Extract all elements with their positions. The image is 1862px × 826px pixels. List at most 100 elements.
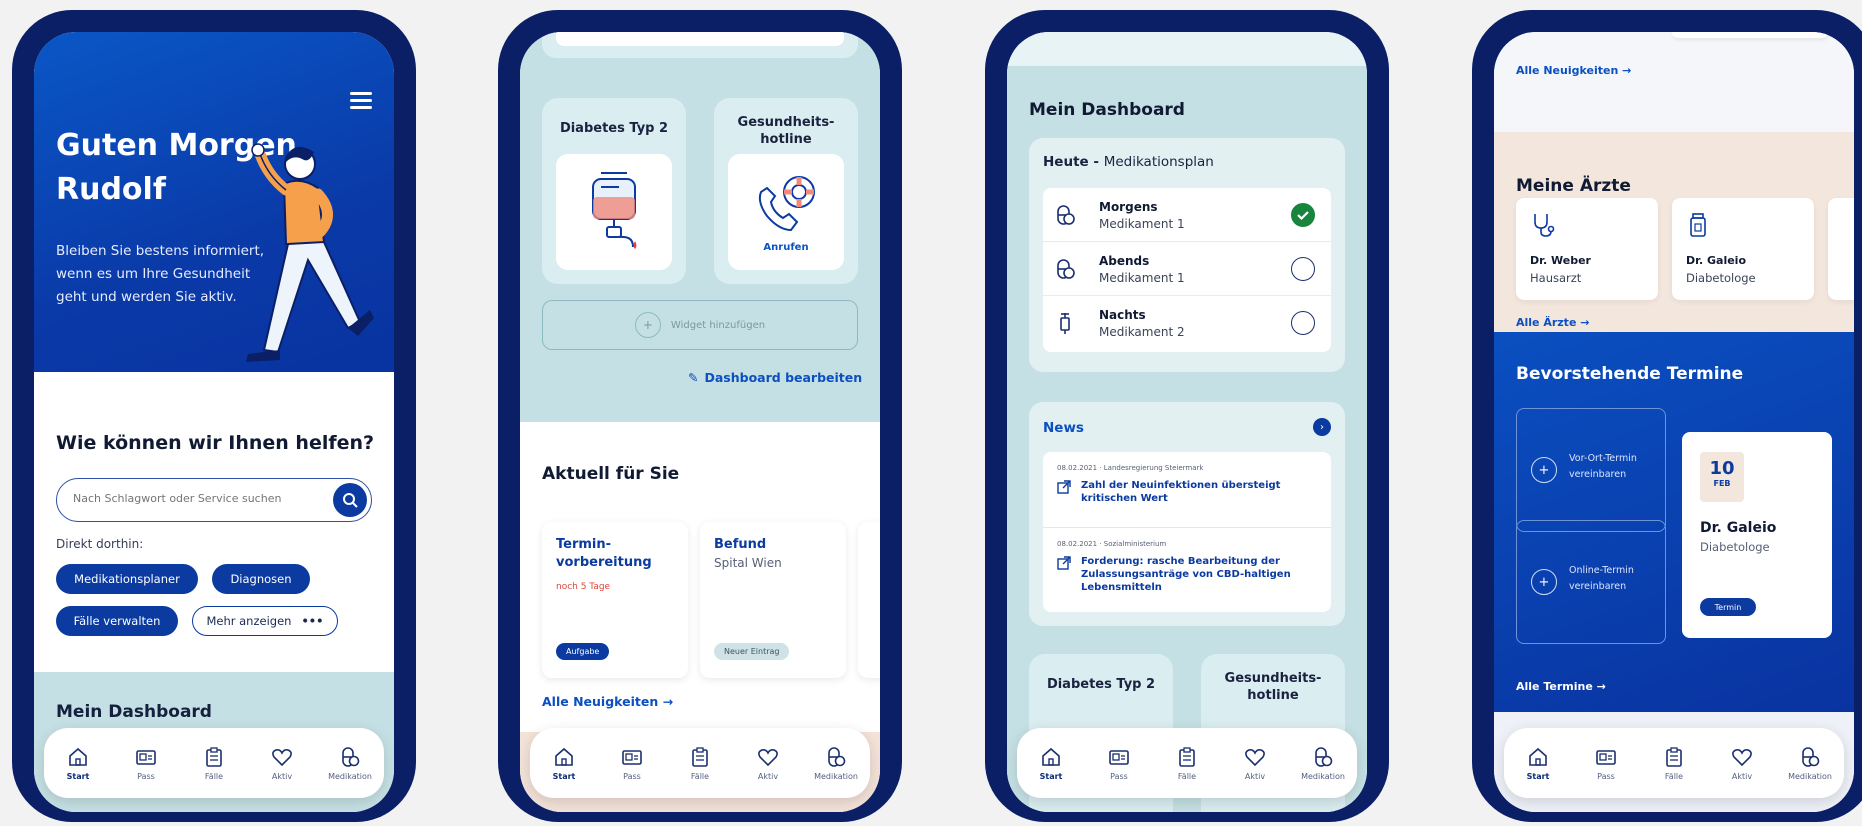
- bottom-nav: Start Pass Fälle Aktiv Medikation: [1504, 728, 1844, 798]
- nav-item-aktiv[interactable]: Aktiv: [1227, 746, 1283, 781]
- card-finding[interactable]: Befund Spital Wien Neuer Eintrag: [700, 522, 846, 678]
- edit-dashboard-link[interactable]: ✎ Dashboard bearbeiten: [688, 370, 862, 385]
- status-badge: Aufgabe: [556, 643, 610, 660]
- widget-stub: [542, 32, 858, 58]
- card-partial[interactable]: [858, 522, 880, 678]
- doctor-card-partial[interactable]: [1828, 198, 1854, 300]
- nav-item-aktiv[interactable]: Aktiv: [1714, 746, 1770, 781]
- nav-label: Fälle: [204, 771, 224, 781]
- chip-faelle-verwalten[interactable]: Fälle verwalten: [56, 606, 178, 636]
- nav-item-pass[interactable]: Pass: [604, 746, 660, 781]
- nav-label: Aktiv: [757, 771, 779, 781]
- onsite-appointment-button[interactable]: + Vor-Ort-Termin vereinbaren: [1516, 408, 1666, 532]
- home-icon: [1042, 747, 1060, 766]
- nav-label: Start: [1039, 771, 1063, 781]
- pill-icon: [1057, 259, 1075, 279]
- card-appointment-prep[interactable]: Termin- vorbereitung noch 5 Tage Aufgabe: [542, 522, 688, 678]
- nav-item-start[interactable]: Start: [1023, 746, 1079, 781]
- pill-icon: [342, 746, 360, 767]
- nav-item-flle[interactable]: Fälle: [1646, 746, 1702, 781]
- chip-medikationsplaner[interactable]: Medikationsplaner: [56, 564, 198, 594]
- medication-row[interactable]: Abends Medikament 1: [1043, 242, 1331, 296]
- nav-label: Start: [1526, 771, 1550, 781]
- nav-label: Pass: [623, 771, 641, 781]
- add-widget-button[interactable]: + Widget hinzufügen: [542, 300, 858, 350]
- online-appointment-button[interactable]: + Online-Termin vereinbaren: [1516, 520, 1666, 644]
- pill-icon: [828, 746, 846, 767]
- all-doctors-link[interactable]: Alle Ärzte →: [1516, 316, 1589, 329]
- dashboard-title: Mein Dashboard: [1029, 100, 1185, 120]
- doctor-role: Hausarzt: [1530, 271, 1582, 285]
- nav-item-medikation[interactable]: Medikation: [1782, 746, 1838, 781]
- doctor-role: Diabetologe: [1686, 271, 1756, 285]
- all-news-link[interactable]: Alle Neuigkeiten →: [542, 694, 673, 709]
- chip-label: Mehr anzeigen: [206, 614, 292, 628]
- nav-item-flle[interactable]: Fälle: [672, 746, 728, 781]
- appointment-badge: Termin: [1700, 598, 1756, 616]
- pill-icon: [1802, 746, 1820, 767]
- nav-item-flle[interactable]: Fälle: [186, 746, 242, 781]
- card-sub: noch 5 Tage: [556, 582, 611, 592]
- nav-item-aktiv[interactable]: Aktiv: [740, 746, 796, 781]
- medication-row[interactable]: Morgens Medikament 1: [1043, 188, 1331, 242]
- doctors-title: Meine Ärzte: [1516, 176, 1631, 196]
- nav-item-medikation[interactable]: Medikation: [1295, 746, 1351, 781]
- search-button[interactable]: [333, 483, 367, 517]
- unchecked-circle-icon[interactable]: [1291, 257, 1315, 281]
- widget-hotline[interactable]: Gesundheits- hotline Anrufen: [714, 98, 858, 284]
- unchecked-circle-icon[interactable]: [1291, 311, 1315, 335]
- widget-diabetes-title: Diabetes Typ 2: [559, 121, 669, 136]
- widget-diabetes-title: Diabetes Typ 2: [1046, 677, 1156, 692]
- checkmark-icon[interactable]: [1291, 203, 1315, 227]
- nav-item-start[interactable]: Start: [50, 746, 106, 781]
- menu-icon[interactable]: [350, 92, 372, 110]
- nav-item-pass[interactable]: Pass: [1091, 746, 1147, 781]
- id-card-icon: [622, 749, 642, 765]
- call-link[interactable]: Anrufen: [763, 242, 808, 253]
- nav-item-start[interactable]: Start: [536, 746, 592, 781]
- widget-hotline-title: Gesundheits- hotline: [1224, 671, 1322, 703]
- onsite-label: Vor-Ort-Termin vereinbaren: [1569, 453, 1637, 480]
- nav-item-medikation[interactable]: Medikation: [808, 746, 864, 781]
- doctor-card[interactable]: Dr. Weber Hausarzt: [1516, 198, 1658, 300]
- heart-icon: [272, 748, 292, 766]
- nav-label: Start: [66, 771, 90, 781]
- nav-item-pass[interactable]: Pass: [1578, 746, 1634, 781]
- chip-diagnosen[interactable]: Diagnosen: [212, 564, 310, 594]
- nav-item-start[interactable]: Start: [1510, 746, 1566, 781]
- bottom-nav: Start Pass Fälle Aktiv Medikation: [44, 728, 384, 798]
- nav-item-pass[interactable]: Pass: [118, 746, 174, 781]
- bottom-nav: Start Pass Fälle Aktiv Medikation: [530, 728, 870, 798]
- more-dots-icon: •••: [301, 614, 324, 628]
- nav-item-flle[interactable]: Fälle: [1159, 746, 1215, 781]
- appointment-role: Diabetologe: [1700, 540, 1770, 554]
- news-title: News: [1043, 420, 1084, 436]
- screen-medication: Mein Dashboard Heute - Medikationsplan M…: [1007, 32, 1367, 812]
- help-title: Wie können wir Ihnen helfen?: [56, 432, 375, 454]
- id-card-icon: [1109, 749, 1129, 765]
- nav-label: Aktiv: [1731, 771, 1753, 781]
- today-heading: Heute - Medikationsplan: [1043, 154, 1214, 170]
- nav-label: Start: [552, 771, 576, 781]
- search-icon: [343, 493, 358, 508]
- news-meta: 08.02.2021 · Sozialministerium: [1057, 540, 1167, 548]
- all-appointments-link[interactable]: Alle Termine →: [1516, 680, 1606, 693]
- chevron-right-icon[interactable]: ›: [1313, 418, 1331, 436]
- medication-time: Morgens: [1099, 200, 1158, 214]
- search-input[interactable]: [73, 492, 313, 505]
- all-news-link[interactable]: Alle Neuigkeiten →: [1516, 64, 1631, 77]
- news-item[interactable]: 08.02.2021 · Landesregierung Steiermark …: [1043, 452, 1331, 528]
- plus-icon: +: [634, 312, 661, 338]
- widget-diabetes[interactable]: Diabetes Typ 2: [542, 98, 686, 284]
- doctor-name: Dr. Weber: [1530, 254, 1591, 267]
- chip-mehr-anzeigen[interactable]: Mehr anzeigen •••: [192, 606, 338, 636]
- top-area: Alle Neuigkeiten →: [1494, 32, 1854, 132]
- medication-row[interactable]: Nachts Medikament 2: [1043, 296, 1331, 350]
- today-bold: Heute -: [1043, 154, 1104, 170]
- news-item[interactable]: 08.02.2021 · Sozialministerium Forderung…: [1043, 528, 1331, 612]
- nav-item-aktiv[interactable]: Aktiv: [254, 746, 310, 781]
- nav-item-medikation[interactable]: Medikation: [322, 746, 378, 781]
- doctor-card[interactable]: Dr. Galeio Diabetologe: [1672, 198, 1814, 300]
- appointment-card[interactable]: 10 FEB Dr. Galeio Diabetologe Termin: [1682, 432, 1832, 638]
- card-sub: Spital Wien: [714, 556, 782, 570]
